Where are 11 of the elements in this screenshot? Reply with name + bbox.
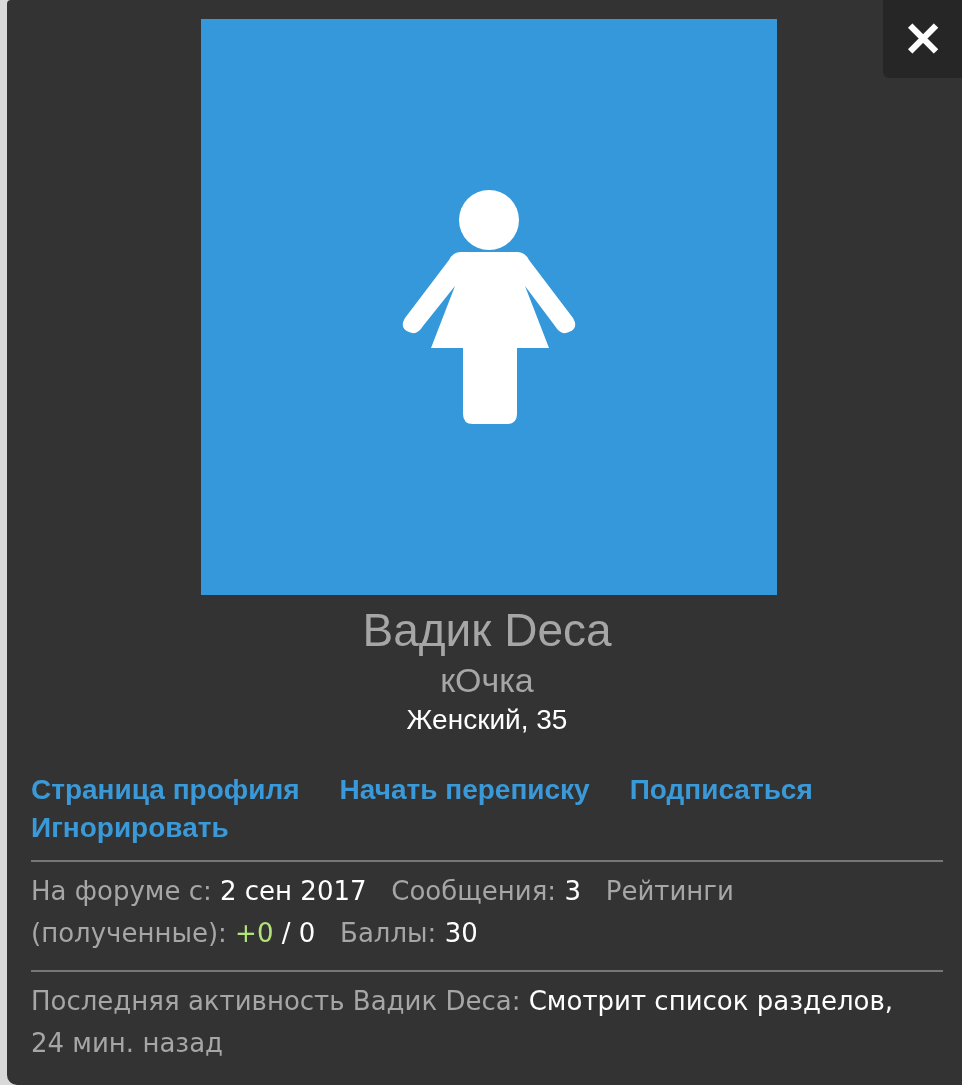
member-stats: На форуме с: 2 сен 2017 Сообщения: 3 Рейтинги (полученные): +0 / 0 Баллы: 30 <box>31 875 735 950</box>
profile-link[interactable]: Страница профиля <box>31 774 300 806</box>
gender-age: Женский, 35 <box>406 704 568 736</box>
member-title: кОчка <box>440 661 534 700</box>
female-user-icon <box>401 190 577 424</box>
last-activity: Последняя активность Вадик Deca: Смотрит список разделов, 24 мин. назад <box>31 985 895 1060</box>
profile-link[interactable]: Начать переписку <box>339 774 590 806</box>
member-name: Вадик Deca <box>362 603 612 657</box>
close-button[interactable]: ✕ <box>883 0 962 78</box>
profile-link[interactable]: Подписаться <box>629 774 813 806</box>
profile-link[interactable]: Игнорировать <box>31 812 229 844</box>
